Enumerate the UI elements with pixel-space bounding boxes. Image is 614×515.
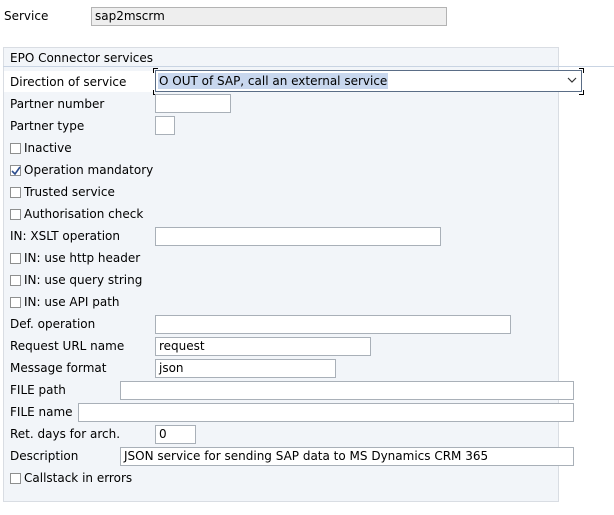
trusted-service-checkbox[interactable] — [10, 187, 21, 198]
xslt-operation-field[interactable] — [155, 227, 441, 246]
authorisation-check-label: Authorisation check — [24, 207, 144, 221]
focus-corner-br — [579, 90, 584, 95]
file-path-label: FILE path — [10, 383, 66, 397]
partner-number-label: Partner number — [10, 97, 105, 111]
request-url-label: Request URL name — [10, 339, 125, 353]
description-label: Description — [10, 449, 79, 463]
direction-value: O OUT of SAP, call an external service — [158, 73, 389, 89]
chevron-down-icon[interactable] — [567, 72, 577, 90]
authorisation-check-checkbox[interactable] — [10, 209, 21, 220]
http-header-checkbox[interactable] — [10, 253, 21, 264]
xslt-operation-label: IN: XSLT operation — [10, 229, 121, 243]
focus-corner-tr — [579, 68, 584, 73]
file-name-field[interactable] — [78, 403, 574, 422]
api-path-label: IN: use API path — [24, 295, 120, 309]
group-title-divider — [3, 66, 614, 67]
def-operation-field[interactable] — [155, 315, 511, 334]
operation-mandatory-label: Operation mandatory — [24, 163, 154, 177]
ret-days-field[interactable]: 0 — [155, 425, 196, 444]
description-field[interactable]: JSON service for sending SAP data to MS … — [120, 447, 574, 466]
inactive-label: Inactive — [24, 141, 72, 155]
query-string-label: IN: use query string — [24, 273, 143, 287]
def-operation-label: Def. operation — [10, 317, 96, 331]
query-string-checkbox[interactable] — [10, 275, 21, 286]
callstack-label: Callstack in errors — [24, 471, 133, 485]
message-format-label: Message format — [10, 361, 107, 375]
direction-select[interactable]: O OUT of SAP, call an external service — [155, 70, 582, 92]
http-header-label: IN: use http header — [24, 251, 141, 265]
inactive-checkbox[interactable] — [10, 143, 21, 154]
focus-corner-tl — [153, 68, 158, 73]
callstack-checkbox[interactable] — [10, 473, 21, 484]
partner-type-field[interactable] — [155, 116, 175, 135]
ret-days-label: Ret. days for arch. — [10, 427, 121, 441]
api-path-checkbox[interactable] — [10, 297, 21, 308]
message-format-field[interactable]: json — [155, 359, 336, 378]
partner-number-field[interactable] — [155, 94, 231, 113]
file-name-label: FILE name — [10, 405, 73, 419]
file-path-field[interactable] — [120, 381, 574, 400]
group-title: EPO Connector services — [10, 51, 154, 65]
partner-type-label: Partner type — [10, 119, 85, 133]
direction-label: Direction of service — [10, 75, 127, 89]
service-field[interactable]: sap2mscrm — [91, 7, 447, 26]
service-label: Service — [4, 9, 49, 23]
operation-mandatory-checkbox[interactable] — [10, 165, 21, 176]
request-url-field[interactable]: request — [155, 337, 371, 356]
trusted-service-label: Trusted service — [24, 185, 115, 199]
